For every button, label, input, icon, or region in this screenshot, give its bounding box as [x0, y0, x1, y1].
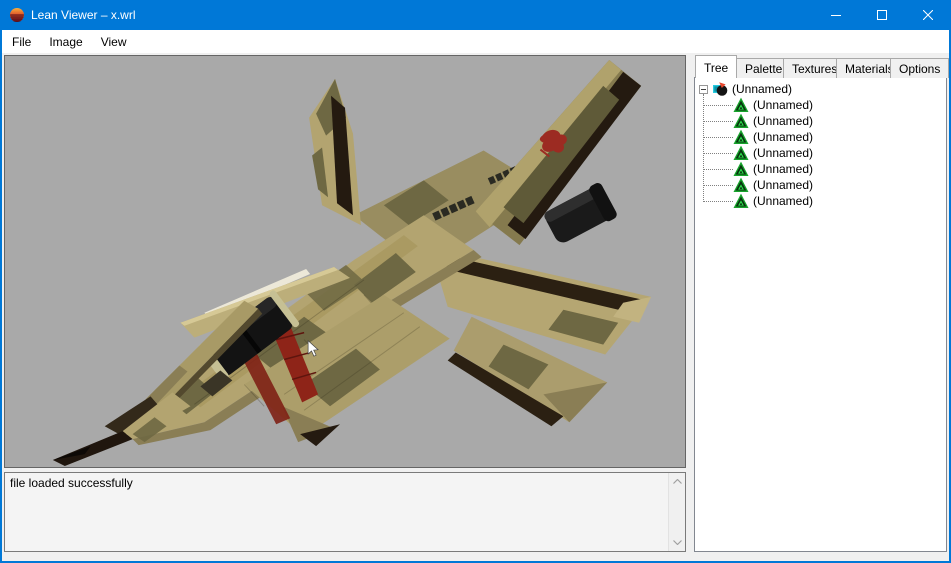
shape-node-icon [733, 177, 749, 193]
tree-node-label[interactable]: (Unnamed) [753, 98, 813, 112]
tree-child-row: (Unnamed) [733, 129, 813, 145]
close-button[interactable] [905, 0, 951, 30]
close-icon [923, 10, 933, 20]
scroll-up-button[interactable] [669, 473, 685, 490]
tree-node-label[interactable]: (Unnamed) [753, 130, 813, 144]
collapse-icon[interactable] [699, 85, 708, 94]
menu-item-image[interactable]: Image [40, 30, 91, 53]
window-controls [813, 0, 951, 30]
shape-node-icon [733, 113, 749, 129]
shape-node-icon [733, 145, 749, 161]
menu-item-view[interactable]: View [92, 30, 136, 53]
chevron-up-icon [673, 479, 682, 484]
log-message: file loaded successfully [10, 476, 133, 490]
shape-node-icon [733, 161, 749, 177]
log-scrollbar[interactable] [668, 473, 685, 551]
log-output: file loaded successfully [4, 472, 686, 552]
chevron-down-icon [673, 540, 682, 545]
tree-node-label[interactable]: (Unnamed) [753, 194, 813, 208]
minimize-icon [831, 10, 841, 20]
tree-root-row: (Unnamed) [699, 81, 792, 97]
menubar: File Image View [2, 30, 949, 53]
shape-node-icon [733, 193, 749, 209]
tree-child-row: (Unnamed) [733, 113, 813, 129]
shape-node-icon [733, 97, 749, 113]
tree-node-label[interactable]: (Unnamed) [753, 162, 813, 176]
app-window: Lean Viewer – x.wrl File Image [0, 0, 951, 563]
tree-node-label[interactable]: (Unnamed) [732, 82, 792, 96]
model-viewport[interactable] [4, 55, 686, 468]
minimize-button[interactable] [813, 0, 859, 30]
group-node-icon [712, 81, 728, 97]
app-logo-icon [9, 7, 25, 23]
tab-options[interactable]: Options [890, 58, 949, 78]
jet-model [5, 56, 685, 467]
shape-node-icon [733, 129, 749, 145]
maximize-button[interactable] [859, 0, 905, 30]
tree-child-row: (Unnamed) [733, 193, 813, 209]
tab-tree[interactable]: Tree [695, 55, 737, 78]
tree-node-label[interactable]: (Unnamed) [753, 114, 813, 128]
tree-child-row: (Unnamed) [733, 161, 813, 177]
window-title: Lean Viewer – x.wrl [31, 8, 136, 22]
titlebar[interactable]: Lean Viewer – x.wrl [0, 0, 951, 30]
scene-tree[interactable]: (Unnamed) (Unnamed) (Unnamed) (Unnamed) … [694, 77, 947, 552]
maximize-icon [877, 10, 887, 20]
tree-node-label[interactable]: (Unnamed) [753, 178, 813, 192]
menu-item-file[interactable]: File [3, 30, 40, 53]
tree-node-label[interactable]: (Unnamed) [753, 146, 813, 160]
tree-child-row: (Unnamed) [733, 97, 813, 113]
tree-child-row: (Unnamed) [733, 145, 813, 161]
scroll-down-button[interactable] [669, 534, 685, 551]
tree-child-row: (Unnamed) [733, 177, 813, 193]
